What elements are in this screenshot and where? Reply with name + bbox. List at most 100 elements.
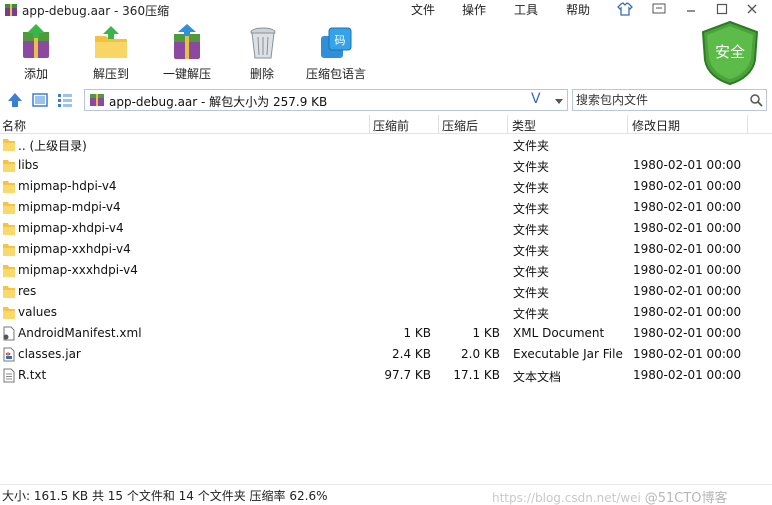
- file-date: 1980-02-01 00:00: [633, 284, 742, 298]
- delete-label: 删除: [249, 67, 274, 81]
- file-packed-size: 97.7 KB: [384, 368, 431, 382]
- file-type: 文本文档: [513, 370, 562, 384]
- path-text: app-debug.aar - 解包大小为 257.9 KB: [109, 95, 328, 109]
- close-icon[interactable]: [744, 2, 760, 16]
- path-field[interactable]: app-debug.aar - 解包大小为 257.9 KB V: [84, 89, 568, 111]
- up-arrow-icon[interactable]: [6, 91, 24, 109]
- folder-icon: [3, 139, 15, 151]
- delete-button[interactable]: 删除: [244, 24, 280, 82]
- folder-icon: [3, 202, 15, 214]
- file-date: 1980-02-01 00:00: [633, 347, 742, 361]
- file-list-header: 名称 压缩前 压缩后 类型 修改日期: [0, 115, 772, 134]
- list-item[interactable]: .. (上级目录) 文件夹: [0, 134, 772, 155]
- folder-icon: [3, 286, 15, 298]
- column-divider[interactable]: [627, 115, 628, 134]
- folder-icon: [3, 160, 15, 172]
- trash-icon: [250, 27, 276, 59]
- extract-to-button[interactable]: 解压到: [90, 24, 132, 82]
- file-list: .. (上级目录) 文件夹 libs 文件夹 1980-02-01 00:00 …: [0, 134, 772, 386]
- verify-v-icon[interactable]: V: [531, 91, 541, 107]
- list-item[interactable]: libs 文件夹 1980-02-01 00:00: [0, 155, 772, 176]
- column-unpacked[interactable]: 压缩后: [442, 117, 478, 134]
- file-name: AndroidManifest.xml: [18, 326, 142, 340]
- search-input[interactable]: [576, 92, 744, 108]
- watermark: https://blog.csdn.net/wei @51CTO博客: [492, 487, 728, 505]
- column-name[interactable]: 名称: [2, 117, 26, 134]
- menu-operate[interactable]: 操作: [462, 1, 486, 18]
- column-divider[interactable]: [369, 115, 370, 134]
- menu-file[interactable]: 文件: [411, 1, 435, 18]
- thumbnail-view-icon[interactable]: [31, 91, 49, 109]
- add-label: 添加: [23, 67, 48, 81]
- file-type: Executable Jar File: [513, 347, 623, 361]
- file-type: 文件夹: [513, 244, 550, 258]
- archive-language-icon: 码: [321, 27, 352, 58]
- file-date: 1980-02-01 00:00: [633, 368, 742, 382]
- column-packed[interactable]: 压缩前: [373, 117, 409, 134]
- list-item[interactable]: mipmap-xhdpi-v4 文件夹 1980-02-01 00:00: [0, 218, 772, 239]
- file-type: 文件夹: [513, 139, 550, 153]
- text-file-icon: [3, 368, 15, 383]
- toolbar: 添加 解压到 一键解压 删除 码 压缩包语言: [0, 20, 772, 86]
- menu-help[interactable]: 帮助: [566, 1, 590, 18]
- add-button[interactable]: 添加: [16, 24, 56, 82]
- file-unpacked-size: 1 KB: [472, 326, 500, 340]
- list-item[interactable]: values 文件夹 1980-02-01 00:00: [0, 302, 772, 323]
- svg-text:码: 码: [335, 34, 346, 47]
- list-item[interactable]: classes.jar 2.4 KB 2.0 KB Executable Jar…: [0, 344, 772, 365]
- search-box: [572, 89, 767, 111]
- list-item[interactable]: res 文件夹 1980-02-01 00:00: [0, 281, 772, 302]
- file-date: 1980-02-01 00:00: [633, 158, 742, 172]
- list-item[interactable]: mipmap-hdpi-v4 文件夹 1980-02-01 00:00: [0, 176, 772, 197]
- maximize-icon[interactable]: [714, 2, 730, 16]
- folder-icon: [3, 244, 15, 256]
- minimize-icon[interactable]: [683, 2, 699, 16]
- file-unpacked-size: 17.1 KB: [453, 368, 500, 382]
- watermark-brand: @51CTO博客: [644, 491, 728, 505]
- title-bar: app-debug.aar - 360压缩 文件 操作 工具 帮助: [0, 0, 772, 20]
- column-divider[interactable]: [438, 115, 439, 134]
- list-item[interactable]: mipmap-xxxhdpi-v4 文件夹 1980-02-01 00:00: [0, 260, 772, 281]
- watermark-url: https://blog.csdn.net/wei: [492, 491, 641, 505]
- folder-icon: [3, 265, 15, 277]
- file-type: 文件夹: [513, 202, 550, 216]
- feedback-icon[interactable]: [651, 2, 667, 16]
- column-divider[interactable]: [747, 115, 748, 134]
- search-icon[interactable]: [749, 93, 763, 107]
- address-bar: app-debug.aar - 解包大小为 257.9 KB V: [0, 88, 772, 112]
- file-name: mipmap-mdpi-v4: [18, 200, 121, 214]
- file-date: 1980-02-01 00:00: [633, 305, 742, 319]
- column-modified[interactable]: 修改日期: [632, 117, 680, 134]
- file-type: 文件夹: [513, 160, 550, 174]
- file-packed-size: 1 KB: [403, 326, 431, 340]
- file-date: 1980-02-01 00:00: [633, 200, 742, 214]
- list-item[interactable]: mipmap-xxhdpi-v4 文件夹 1980-02-01 00:00: [0, 239, 772, 260]
- file-name: .. (上级目录): [18, 139, 87, 153]
- file-date: 1980-02-01 00:00: [633, 242, 742, 256]
- security-shield-icon[interactable]: 安全: [699, 20, 761, 86]
- skin-shirt-icon[interactable]: [617, 2, 633, 16]
- list-item[interactable]: R.txt 97.7 KB 17.1 KB 文本文档 1980-02-01 00…: [0, 365, 772, 386]
- file-date: 1980-02-01 00:00: [633, 326, 742, 340]
- file-name: mipmap-xhdpi-v4: [18, 221, 124, 235]
- archive-language-button[interactable]: 码 压缩包语言: [305, 24, 367, 82]
- window-title: app-debug.aar - 360压缩: [22, 4, 170, 18]
- file-name: classes.jar: [18, 347, 81, 361]
- column-divider[interactable]: [507, 115, 508, 134]
- chevron-down-icon[interactable]: [551, 93, 567, 109]
- file-date: 1980-02-01 00:00: [633, 179, 742, 193]
- column-type[interactable]: 类型: [512, 117, 536, 134]
- list-item[interactable]: mipmap-mdpi-v4 文件夹 1980-02-01 00:00: [0, 197, 772, 218]
- file-date: 1980-02-01 00:00: [633, 263, 742, 277]
- security-badge-label: 安全: [715, 43, 745, 61]
- file-type: 文件夹: [513, 286, 550, 300]
- file-name: res: [18, 284, 37, 298]
- status-bar: 大小: 161.5 KB 共 15 个文件和 14 个文件夹 压缩率 62.6%…: [0, 484, 772, 505]
- list-item[interactable]: AndroidManifest.xml 1 KB 1 KB XML Docume…: [0, 323, 772, 344]
- one-click-extract-button[interactable]: 一键解压: [161, 24, 213, 82]
- archive-path-icon: [90, 94, 104, 106]
- list-view-icon[interactable]: [56, 91, 74, 109]
- file-name: R.txt: [18, 368, 47, 382]
- menu-tools[interactable]: 工具: [514, 1, 538, 18]
- add-archive-icon: [23, 24, 49, 58]
